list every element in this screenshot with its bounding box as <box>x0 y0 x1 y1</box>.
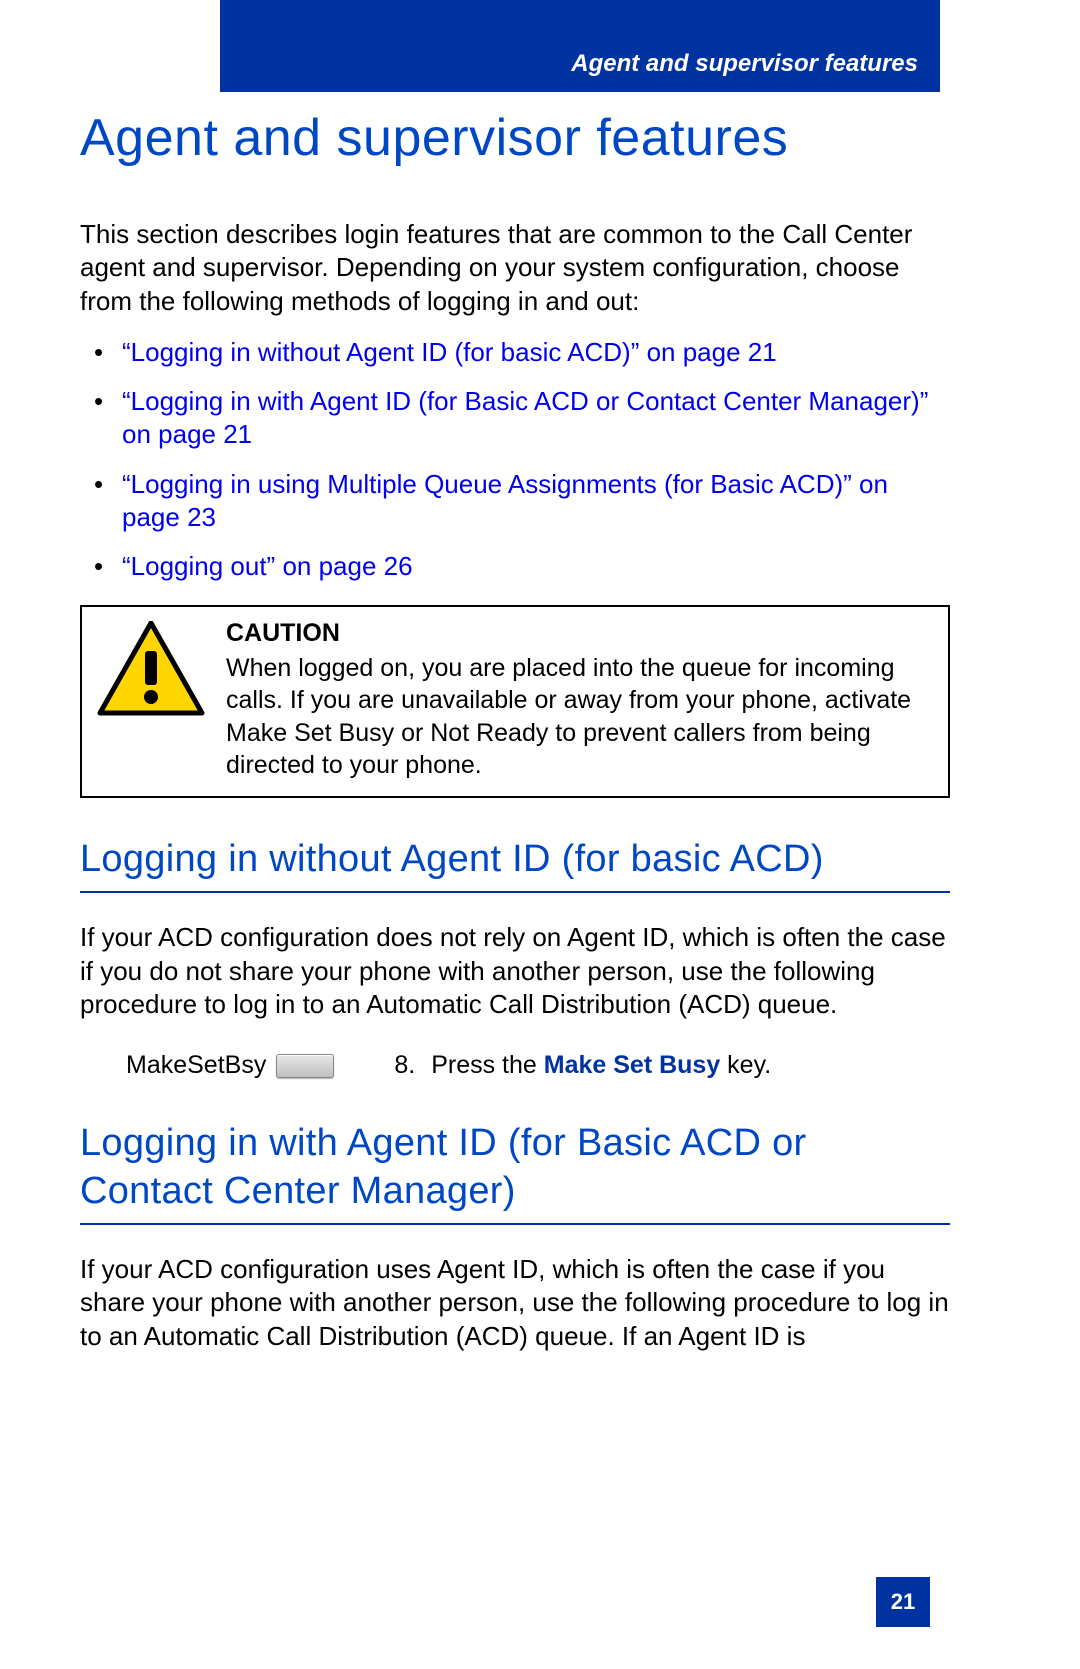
section-2-body: If your ACD configuration uses Agent ID,… <box>80 1253 950 1353</box>
page-title: Agent and supervisor features <box>80 108 950 168</box>
toc-link[interactable]: “Logging in with Agent ID (for Basic ACD… <box>122 386 928 449</box>
step-number: 8. <box>394 1051 415 1080</box>
warning-icon <box>96 621 206 721</box>
step-instruction: Press the Make Set Busy key. <box>431 1051 771 1080</box>
list-item: “Logging in without Agent ID (for basic … <box>80 336 950 369</box>
caution-icon-wrap <box>96 617 216 782</box>
step-suffix: key. <box>720 1051 771 1079</box>
toc-link[interactable]: “Logging in using Multiple Queue Assignm… <box>122 469 888 532</box>
caution-box: CAUTION When logged on, you are placed i… <box>80 605 950 798</box>
section-1-body: If your ACD configuration does not rely … <box>80 921 950 1021</box>
intro-paragraph: This section describes login features th… <box>80 218 950 318</box>
page-number: 21 <box>876 1577 930 1627</box>
caution-title: CAUTION <box>226 617 934 650</box>
toc-link[interactable]: “Logging out” on page 26 <box>122 551 413 581</box>
softkey-label: MakeSetBsy <box>126 1051 266 1080</box>
step-row: MakeSetBsy 8. Press the Make Set Busy ke… <box>126 1051 950 1080</box>
section-heading-1: Logging in without Agent ID (for basic A… <box>80 836 950 894</box>
toc-link-list: “Logging in without Agent ID (for basic … <box>80 336 950 584</box>
section-heading-2: Logging in with Agent ID (for Basic ACD … <box>80 1120 950 1225</box>
header-title-text: Agent and supervisor features <box>571 50 918 78</box>
page-content: Agent and supervisor features This secti… <box>80 108 950 1371</box>
list-item: “Logging out” on page 26 <box>80 550 950 583</box>
caution-body: When logged on, you are placed into the … <box>226 654 911 780</box>
step-emphasis: Make Set Busy <box>544 1051 720 1079</box>
page-number-text: 21 <box>891 1589 915 1615</box>
list-item: “Logging in using Multiple Queue Assignm… <box>80 468 950 535</box>
list-item: “Logging in with Agent ID (for Basic ACD… <box>80 385 950 452</box>
toc-link[interactable]: “Logging in without Agent ID (for basic … <box>122 337 777 367</box>
softkey-button-icon <box>276 1054 334 1078</box>
header-running-title: Agent and supervisor features <box>220 0 940 92</box>
caution-text: CAUTION When logged on, you are placed i… <box>216 617 934 782</box>
step-prefix: Press the <box>431 1051 544 1079</box>
